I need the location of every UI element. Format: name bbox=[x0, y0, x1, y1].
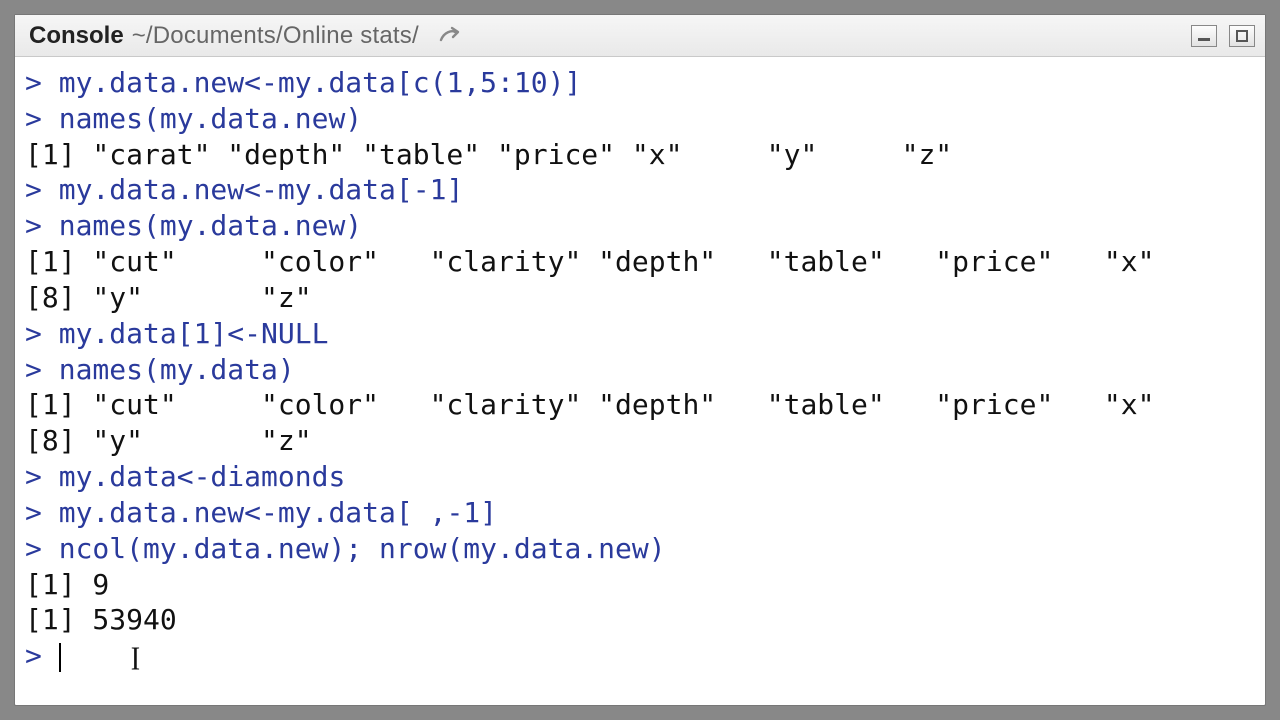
text-cursor bbox=[59, 643, 61, 672]
console-output-line: [8] "y" "z" bbox=[25, 423, 1261, 459]
console-command-line: > names(my.data) bbox=[25, 352, 1261, 388]
prompt-symbol: > bbox=[25, 317, 59, 350]
console-output-line: [8] "y" "z" bbox=[25, 280, 1261, 316]
console-pane: Console ~/Documents/Online stats/ > my.d… bbox=[14, 14, 1266, 706]
prompt-symbol: > bbox=[25, 173, 59, 206]
console-output-line: [1] "cut" "color" "clarity" "depth" "tab… bbox=[25, 387, 1261, 423]
console-command-line: > names(my.data.new) bbox=[25, 101, 1261, 137]
console-command-line: > names(my.data.new) bbox=[25, 208, 1261, 244]
command-text: my.data[1]<-NULL bbox=[59, 317, 329, 350]
command-text: my.data.new<-my.data[ ,-1] bbox=[59, 496, 497, 529]
console-command-line: > my.data.new<-my.data[-1] bbox=[25, 172, 1261, 208]
prompt-symbol: > bbox=[25, 353, 59, 386]
prompt-symbol: > bbox=[25, 66, 59, 99]
console-command-line: > my.data[1]<-NULL bbox=[25, 316, 1261, 352]
console-command-line: > my.data.new<-my.data[ ,-1] bbox=[25, 495, 1261, 531]
prompt-symbol: > bbox=[25, 460, 59, 493]
ibeam-cursor-icon: I bbox=[131, 639, 140, 682]
console-title-label: Console bbox=[29, 22, 124, 50]
console-command-line: > my.data.new<-my.data[c(1,5:10)] bbox=[25, 65, 1261, 101]
console-titlebar: Console ~/Documents/Online stats/ bbox=[15, 15, 1265, 57]
prompt-symbol: > bbox=[25, 639, 59, 672]
console-input-line[interactable]: > I bbox=[25, 638, 1261, 675]
maximize-button[interactable] bbox=[1229, 25, 1255, 47]
output-text: [1] 9 bbox=[25, 568, 109, 601]
output-text: [1] "cut" "color" "clarity" "depth" "tab… bbox=[25, 245, 1154, 278]
popout-arrow-icon[interactable] bbox=[435, 22, 463, 50]
output-text: [1] "cut" "color" "clarity" "depth" "tab… bbox=[25, 388, 1154, 421]
output-text: [1] "carat" "depth" "table" "price" "x" … bbox=[25, 138, 952, 171]
console-output-line: [1] 9 bbox=[25, 567, 1261, 603]
console-command-line: > my.data<-diamonds bbox=[25, 459, 1261, 495]
command-text: my.data.new<-my.data[-1] bbox=[59, 173, 464, 206]
command-text: ncol(my.data.new); nrow(my.data.new) bbox=[59, 532, 666, 565]
prompt-symbol: > bbox=[25, 102, 59, 135]
console-output-line: [1] "cut" "color" "clarity" "depth" "tab… bbox=[25, 244, 1261, 280]
command-text: names(my.data) bbox=[59, 353, 295, 386]
output-text: [8] "y" "z" bbox=[25, 424, 312, 457]
prompt-symbol: > bbox=[25, 209, 59, 242]
minimize-button[interactable] bbox=[1191, 25, 1217, 47]
output-text: [8] "y" "z" bbox=[25, 281, 312, 314]
console-output-line: [1] 53940 bbox=[25, 602, 1261, 638]
prompt-symbol: > bbox=[25, 532, 59, 565]
command-text: names(my.data.new) bbox=[59, 209, 362, 242]
console-output-line: [1] "carat" "depth" "table" "price" "x" … bbox=[25, 137, 1261, 173]
command-text: names(my.data.new) bbox=[59, 102, 362, 135]
command-text: my.data.new<-my.data[c(1,5:10)] bbox=[59, 66, 582, 99]
prompt-symbol: > bbox=[25, 496, 59, 529]
output-text: [1] 53940 bbox=[25, 603, 177, 636]
console-path-label: ~/Documents/Online stats/ bbox=[132, 22, 419, 50]
console-output-area[interactable]: > my.data.new<-my.data[c(1,5:10)]> names… bbox=[15, 57, 1265, 705]
command-text: my.data<-diamonds bbox=[59, 460, 346, 493]
console-command-line: > ncol(my.data.new); nrow(my.data.new) bbox=[25, 531, 1261, 567]
